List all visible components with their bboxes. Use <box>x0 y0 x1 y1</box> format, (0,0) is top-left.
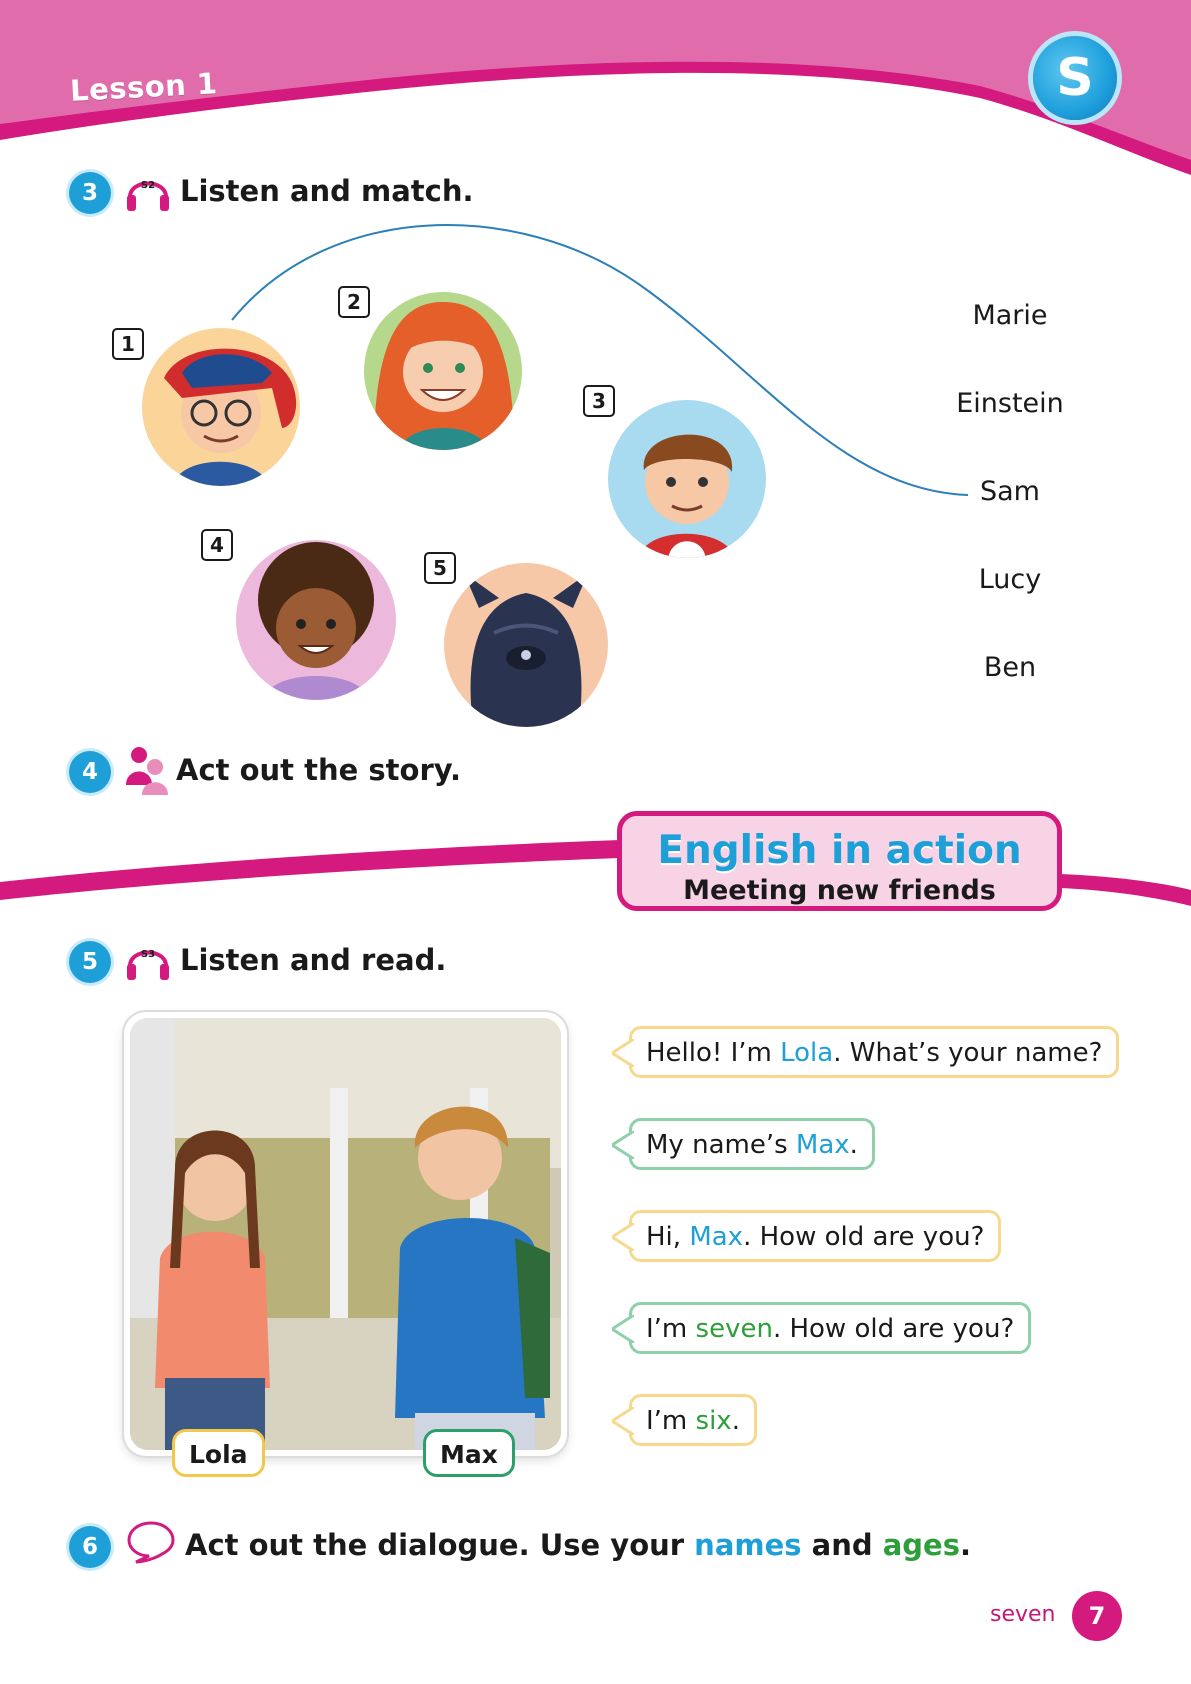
bubble-text: I’m <box>646 1406 696 1436</box>
banner-title: English in action <box>657 828 1022 873</box>
speech-bubble-1: Hello! I’m Lola. What’s your name? <box>612 1026 1120 1078</box>
speech-bubble-5: I’m six. <box>612 1394 757 1446</box>
speech-bubble-2: My name’s Max. <box>612 1118 875 1170</box>
character-portrait-2 <box>364 292 522 450</box>
bubble-text: I’m <box>646 1314 696 1344</box>
name-option-marie[interactable]: Marie <box>940 300 1080 331</box>
character-portrait-1 <box>142 328 300 486</box>
page-number-word: seven <box>990 1602 1056 1627</box>
bubble-age: seven <box>695 1314 773 1344</box>
character-portrait-4 <box>236 540 396 700</box>
bubble-name: Max <box>689 1222 744 1252</box>
pair-work-icon <box>126 745 168 799</box>
bubble-text: . What’s your name? <box>833 1038 1103 1068</box>
bubble-text: . <box>849 1130 858 1160</box>
audio-track-code: S3 <box>140 949 156 960</box>
page-number-badge: 7 <box>1072 1591 1122 1641</box>
speech-bubble-4: I’m seven. How old are you? <box>612 1302 1032 1354</box>
number-box-1: 1 <box>112 328 144 360</box>
bubble-text: . How old are you? <box>743 1222 985 1252</box>
name-option-lucy[interactable]: Lucy <box>940 564 1080 595</box>
name-option-sam[interactable]: Sam <box>940 476 1080 507</box>
instruction-text: . <box>959 1528 972 1562</box>
english-in-action-banner: English in action Meeting new friends <box>617 811 1062 911</box>
bubble-name: Max <box>795 1130 850 1160</box>
speech-bubble-icon <box>126 1520 176 1568</box>
name-option-einstein[interactable]: Einstein <box>940 388 1080 419</box>
number-box-2: 2 <box>338 286 370 318</box>
exercise-4-number: 4 <box>69 751 111 793</box>
bubble-text: Hi, <box>646 1222 690 1252</box>
number-box-4: 4 <box>201 529 233 561</box>
keyword-names: names <box>694 1528 802 1562</box>
headphones-icon[interactable]: S3 <box>124 936 172 984</box>
bubble-text: . How old are you? <box>772 1314 1015 1344</box>
character-portrait-5 <box>444 563 608 727</box>
banner-subtitle: Meeting new friends <box>683 875 996 906</box>
number-box-3: 3 <box>583 385 615 417</box>
instruction-text: and <box>801 1528 883 1562</box>
lola-max-photo <box>124 1012 567 1456</box>
exercise-6-number: 6 <box>69 1526 111 1568</box>
bubble-age: six <box>695 1406 732 1436</box>
instruction-text: Act out the dialogue. Use your <box>185 1528 695 1562</box>
exercise-5-number: 5 <box>69 941 111 983</box>
exercise-5-title: Listen and read. <box>180 943 447 977</box>
bubble-text: . <box>731 1406 740 1436</box>
name-option-ben[interactable]: Ben <box>940 652 1080 683</box>
character-portrait-3 <box>608 400 766 558</box>
keyword-ages: ages <box>882 1528 960 1562</box>
name-tag-max: Max <box>423 1429 515 1477</box>
bubble-text: My name’s <box>646 1130 796 1160</box>
exercise-4-title: Act out the story. <box>176 753 462 787</box>
speech-bubble-3: Hi, Max. How old are you? <box>612 1210 1002 1262</box>
number-box-5: 5 <box>424 552 456 584</box>
name-tag-lola: Lola <box>172 1429 265 1477</box>
bubble-name: Lola <box>780 1038 834 1068</box>
bubble-text: Hello! I’m <box>646 1038 781 1068</box>
exercise-6-title: Act out the dialogue. Use your names and… <box>185 1528 971 1562</box>
